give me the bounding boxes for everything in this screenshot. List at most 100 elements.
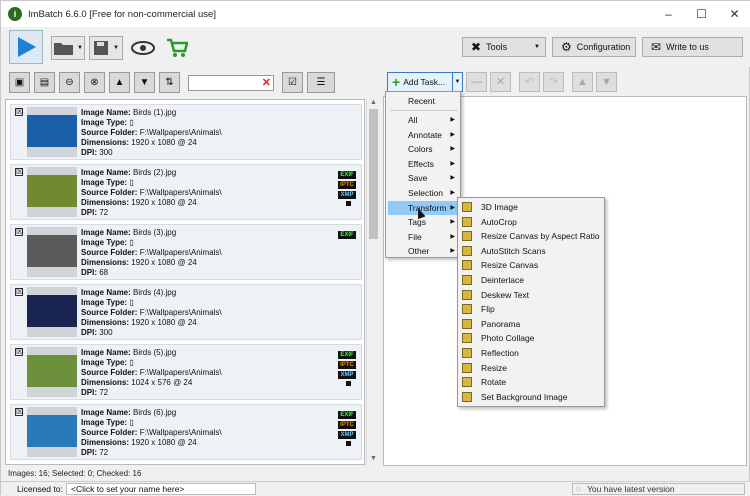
add-task-menu: Recent All ▶ Annotate ▶ Colors ▶ Effects ▶ Save ▶ S…	[385, 91, 461, 258]
item-checkbox[interactable]: ☒	[15, 288, 23, 296]
image-list-item[interactable]: ☒ Image Name: Birds (6).jpg Image Type: …	[10, 404, 362, 460]
image-list-item[interactable]: ☒ Image Name: Birds (1).jpg Image Type: …	[10, 104, 362, 160]
menu-item-effects[interactable]: Effects ▶	[388, 157, 460, 171]
floppy-icon	[94, 41, 109, 55]
configuration-button[interactable]: ⚙ Configuration	[552, 37, 636, 57]
check-icon: ☑	[288, 77, 297, 88]
menu-item-colors[interactable]: Colors ▶	[388, 142, 460, 156]
configuration-label: Configuration	[576, 42, 631, 52]
delete-task-button[interactable]: ✕	[490, 71, 511, 92]
submenu-item[interactable]: 3D Image	[460, 200, 604, 215]
submenu-item[interactable]: Deskew Text	[460, 288, 604, 303]
add-task-label: Add Task...	[403, 76, 446, 87]
submenu-item[interactable]: Resize Canvas by Aspect Ratio	[460, 229, 604, 244]
add-folder-button[interactable]: ▤	[34, 72, 55, 93]
version-text: You have latest version	[587, 484, 675, 494]
menu-item-file[interactable]: File ▶	[388, 230, 460, 244]
item-checkbox[interactable]: ☒	[15, 348, 23, 356]
submenu-item-label: Resize Canvas by Aspect Ratio	[481, 231, 600, 242]
preview-button[interactable]	[129, 36, 157, 60]
gear-icon: ⚙	[561, 40, 572, 54]
menu-item-selection[interactable]: Selection ▶	[388, 186, 460, 200]
redo-button[interactable]: ↷	[543, 71, 564, 92]
item-checkbox[interactable]: ☒	[15, 168, 23, 176]
add-images-button[interactable]: ▣	[9, 72, 30, 93]
submenu-item[interactable]: Deinterlace	[460, 273, 604, 288]
tools-icon: ✖	[471, 40, 482, 54]
metadata-indicator-icon	[346, 201, 351, 206]
item-checkbox[interactable]: ☒	[15, 408, 23, 416]
check-images-button[interactable]: ☑	[282, 72, 303, 93]
status-summary: Images: 16; Selected: 0; Checked: 16	[8, 469, 142, 478]
image-thumbnail	[27, 167, 77, 217]
aspect-ratio-icon	[462, 231, 472, 242]
remove-all-button[interactable]: ⊗	[84, 72, 105, 93]
undo-button[interactable]: ↶	[519, 71, 540, 92]
save-button[interactable]: ▼	[89, 36, 123, 60]
submenu-item[interactable]: Photo Collage	[460, 331, 604, 346]
menu-item-label: Transform	[408, 202, 447, 213]
submenu-item[interactable]: Panorama	[460, 317, 604, 332]
submenu-item[interactable]: Rotate	[460, 375, 604, 390]
scroll-down-icon[interactable]: ▼	[367, 455, 380, 465]
add-image-icon: ▣	[14, 77, 25, 88]
submenu-item[interactable]: Flip	[460, 302, 604, 317]
remove-selected-button[interactable]: ⊖	[59, 72, 80, 93]
menu-item-annotate[interactable]: Annotate ▶	[388, 128, 460, 142]
file-type-icon: ▯	[129, 178, 134, 187]
buy-button[interactable]	[163, 36, 191, 60]
item-checkbox[interactable]: ☒	[15, 108, 23, 116]
submenu-item[interactable]: Set Background Image	[460, 390, 604, 405]
maximize-icon[interactable]: ☐	[685, 1, 718, 27]
submenu-item[interactable]: AutoStitch Scans	[460, 244, 604, 259]
menu-item-save[interactable]: Save ▶	[388, 171, 460, 185]
submenu-item-label: Panorama	[481, 318, 521, 329]
redo-icon: ↷	[548, 76, 559, 88]
image-dimensions: 1024 x 576 @ 24	[131, 378, 193, 387]
submenu-item[interactable]: Reflection	[460, 346, 604, 361]
task-down-button[interactable]: ▼	[596, 71, 617, 92]
search-input[interactable]: ✕	[188, 74, 274, 91]
menu-item-other[interactable]: Other ▶	[388, 244, 460, 258]
run-button[interactable]	[9, 30, 43, 64]
image-list[interactable]: ☒ Image Name: Birds (1).jpg Image Type: …	[5, 99, 365, 465]
chevron-down-icon[interactable]: ▼	[452, 72, 462, 91]
menu-item-all[interactable]: All ▶	[388, 113, 460, 127]
image-list-item[interactable]: ☒ Image Name: Birds (4).jpg Image Type: …	[10, 284, 362, 340]
scroll-thumb[interactable]	[369, 109, 378, 239]
remove-all-icon: ⊗	[90, 77, 99, 88]
add-task-button[interactable]: + Add Task... ▼	[387, 71, 463, 92]
clear-search-icon[interactable]: ✕	[262, 76, 271, 89]
field-label: Source Folder:	[81, 248, 138, 257]
menu-item-tags[interactable]: Tags ▶	[388, 215, 460, 229]
image-list-item[interactable]: ☒ Image Name: Birds (3).jpg Image Type: …	[10, 224, 362, 280]
submenu-item[interactable]: Resize Canvas	[460, 258, 604, 273]
submenu-item-label: Deskew Text	[481, 289, 530, 300]
submenu-item[interactable]: AutoCrop	[460, 215, 604, 230]
scroll-up-icon[interactable]: ▲	[367, 99, 380, 109]
license-name-field[interactable]: <Click to set your name here>	[66, 483, 256, 495]
write-to-us-button[interactable]: ✉ Write to us	[642, 37, 743, 57]
view-options-button[interactable]: ☰	[307, 72, 335, 93]
task-up-button[interactable]: ▲	[572, 71, 593, 92]
item-checkbox[interactable]: ☒	[15, 228, 23, 236]
move-up-image-button[interactable]: ▲	[109, 72, 130, 93]
field-label: Dimensions:	[81, 258, 130, 267]
open-button[interactable]: ▼	[51, 36, 85, 60]
image-thumbnail	[27, 227, 77, 277]
metadata-indicator-icon	[346, 381, 351, 386]
cart-icon	[167, 38, 188, 57]
tools-button[interactable]: ✖ Tools ▼	[462, 37, 546, 57]
image-list-item[interactable]: ☒ Image Name: Birds (2).jpg Image Type: …	[10, 164, 362, 220]
minimize-icon[interactable]: –	[652, 1, 685, 27]
menu-item-recent[interactable]: Recent	[388, 94, 460, 108]
image-list-scrollbar[interactable]: ▲ ▼	[366, 99, 379, 465]
image-name: Birds (1).jpg	[133, 108, 177, 117]
submenu-item[interactable]: Resize	[460, 361, 604, 376]
move-down-image-button[interactable]: ▼	[134, 72, 155, 93]
remove-task-button[interactable]: —	[466, 71, 487, 92]
close-icon[interactable]: ✕	[718, 1, 750, 27]
stitch-icon	[462, 245, 472, 256]
sort-button[interactable]: ⇅	[159, 72, 180, 93]
image-list-item[interactable]: ☒ Image Name: Birds (5).jpg Image Type: …	[10, 344, 362, 400]
